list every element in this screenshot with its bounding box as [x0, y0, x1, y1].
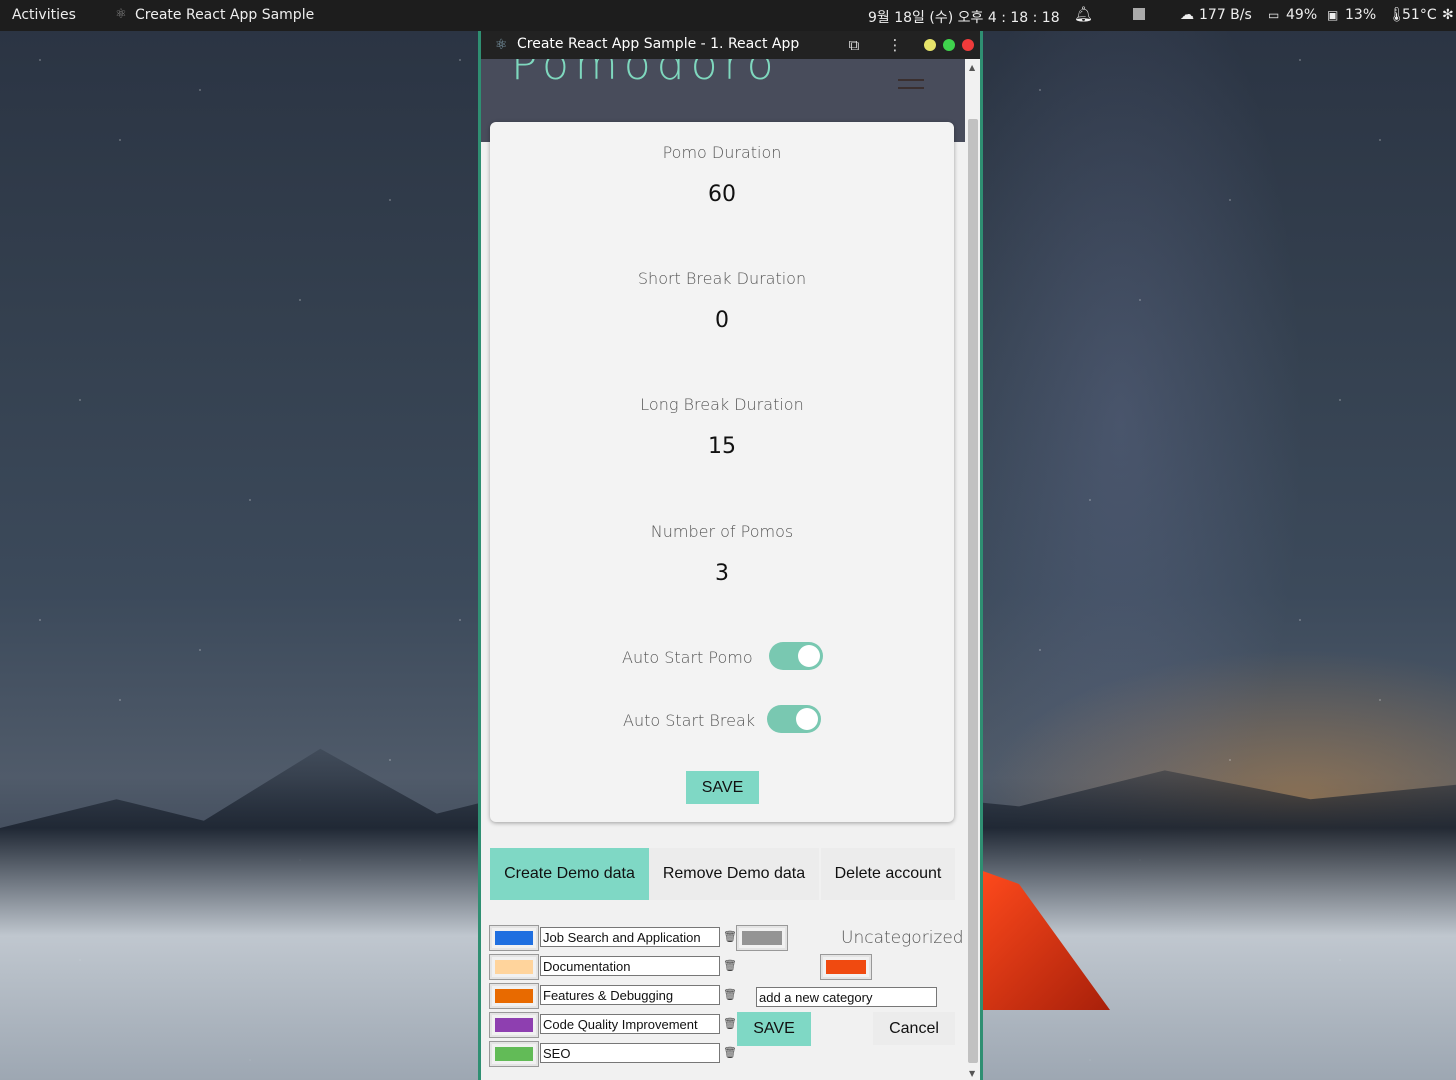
short-break-label: Short Break Duration	[637, 269, 807, 288]
battery-percent[interactable]: 49%	[1286, 7, 1317, 23]
category-name-input[interactable]: Documentation	[540, 956, 720, 976]
cloud-download-icon: ☁	[1180, 7, 1194, 23]
menu-dots-icon[interactable]: ⋮	[886, 36, 904, 54]
minimize-button[interactable]	[924, 39, 936, 51]
react-app-icon: ⚛	[495, 37, 508, 53]
category-name-input[interactable]: Features & Debugging	[540, 985, 720, 1005]
scroll-up-arrow-icon[interactable]: ▲	[969, 63, 975, 72]
temperature[interactable]: 51°C	[1402, 7, 1437, 23]
new-category-input[interactable]: add a new category	[756, 987, 937, 1007]
pomo-duration-setting: Pomo Duration 60	[490, 143, 954, 207]
scroll-down-arrow-icon[interactable]: ▼	[969, 1069, 975, 1078]
category-color-swatch[interactable]	[489, 954, 539, 980]
category-color-swatch[interactable]	[489, 925, 539, 951]
pomo-count-label: Number of Pomos	[650, 522, 794, 541]
category-name-input[interactable]: Code Quality Improvement	[540, 1014, 720, 1034]
pomo-duration-label: Pomo Duration	[662, 143, 782, 162]
app-logo[interactable]: Pomodoro	[511, 59, 780, 90]
short-break-input[interactable]: 0	[490, 308, 954, 333]
focused-app-name[interactable]: Create React App Sample	[135, 7, 314, 23]
auto-start-break-label: Auto Start Break	[623, 711, 756, 730]
activities-button[interactable]: Activities	[12, 7, 76, 23]
trash-icon[interactable]: 🗑︎	[723, 1046, 737, 1060]
auto-start-pomo-toggle[interactable]	[769, 642, 823, 670]
disk-usage[interactable]: 13%	[1345, 7, 1376, 23]
app-window: ⚛ Create React App Sample - 1. React App…	[478, 31, 983, 1080]
category-name-input[interactable]: Job Search and Application	[540, 927, 720, 947]
react-app-icon: ⚛	[115, 7, 127, 22]
uncategorized-color-swatch[interactable]	[736, 925, 788, 951]
maximize-button[interactable]	[943, 39, 955, 51]
long-break-setting: Long Break Duration 15	[490, 395, 954, 459]
trash-icon[interactable]: 🗑︎	[723, 930, 737, 944]
disk-icon: ▣	[1327, 8, 1339, 22]
auto-start-pomo-row: Auto Start Pomo	[490, 642, 954, 672]
workspace-indicator-icon[interactable]	[1133, 8, 1145, 20]
cancel-button[interactable]: Cancel	[873, 1012, 955, 1045]
long-break-label: Long Break Duration	[640, 395, 804, 414]
short-break-setting: Short Break Duration 0	[490, 269, 954, 333]
category-name-input[interactable]: SEO	[540, 1043, 720, 1063]
trash-icon[interactable]: 🗑︎	[723, 959, 737, 973]
save-categories-button[interactable]: SAVE	[737, 1012, 811, 1046]
category-color-swatch[interactable]	[489, 1012, 539, 1038]
auto-start-pomo-label: Auto Start Pomo	[622, 648, 753, 667]
auto-start-break-row: Auto Start Break	[490, 705, 954, 735]
hamburger-menu-icon[interactable]	[898, 79, 924, 95]
vertical-scrollbar[interactable]: ▲ ▼	[965, 59, 980, 1080]
uncategorized-label: Uncategorized	[841, 928, 964, 948]
toggle-knob	[796, 708, 818, 730]
trash-icon[interactable]: 🗑︎	[723, 988, 737, 1002]
delete-account-button[interactable]: Delete account	[821, 848, 955, 900]
timer-settings-card: Pomo Duration 60 Short Break Duration 0 …	[490, 122, 954, 822]
scroll-thumb[interactable]	[968, 119, 978, 1063]
pomo-duration-input[interactable]: 60	[490, 182, 954, 207]
remove-demo-data-button[interactable]: Remove Demo data	[649, 848, 819, 900]
fan-icon: ✻	[1442, 7, 1454, 23]
pomo-count-setting: Number of Pomos 3	[490, 522, 954, 586]
new-category-color-swatch[interactable]	[820, 954, 872, 980]
toggle-knob	[798, 645, 820, 667]
bell-icon[interactable]: 🔔︎	[1074, 5, 1093, 23]
network-speed[interactable]: 177 B/s	[1199, 7, 1252, 23]
window-title: Create React App Sample - 1. React App	[517, 36, 800, 52]
category-color-swatch[interactable]	[489, 983, 539, 1009]
system-top-bar: Activities ⚛ Create React App Sample 9월 …	[0, 0, 1456, 31]
clock[interactable]: 9월 18일 (수) 오후 4 : 18 : 18	[868, 7, 1060, 27]
extension-icon[interactable]: ⧉	[845, 36, 863, 54]
auto-start-break-toggle[interactable]	[767, 705, 821, 733]
memory-icon: ▭	[1268, 8, 1280, 22]
pomo-count-input[interactable]: 3	[490, 561, 954, 586]
save-settings-button[interactable]: SAVE	[686, 771, 759, 804]
close-button[interactable]	[962, 39, 974, 51]
category-color-swatch[interactable]	[489, 1041, 539, 1067]
account-actions: Create Demo data Remove Demo data Delete…	[490, 848, 956, 900]
trash-icon[interactable]: 🗑︎	[723, 1017, 737, 1031]
long-break-input[interactable]: 15	[490, 434, 954, 459]
create-demo-data-button[interactable]: Create Demo data	[490, 848, 649, 900]
window-titlebar[interactable]: ⚛ Create React App Sample - 1. React App…	[481, 31, 980, 59]
